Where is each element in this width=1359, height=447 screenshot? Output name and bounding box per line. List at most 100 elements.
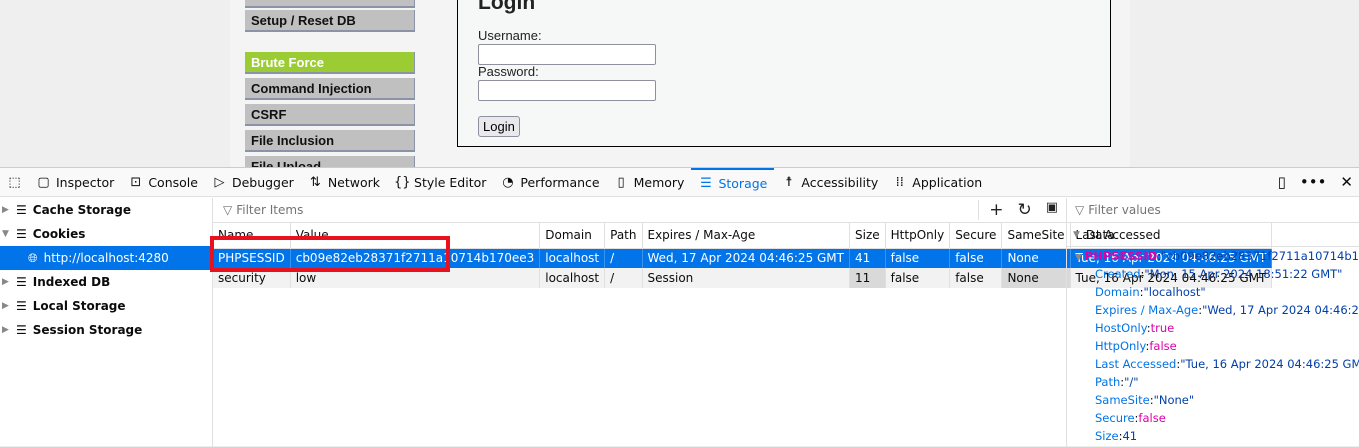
detail-property[interactable]: SameSite:"None"	[1067, 391, 1359, 409]
filter-values-input[interactable]: ▽ Filter values	[1067, 198, 1359, 223]
tab-network[interactable]: ⇅ Network	[301, 168, 387, 197]
web-page: Setup / Reset DB Brute Force Command Inj…	[0, 0, 1359, 167]
detail-value: false	[1138, 411, 1166, 425]
detail-value: "Mon, 15 Apr 2024 18:51:22 GMT"	[1144, 267, 1343, 281]
section-title: Data	[1085, 227, 1115, 242]
expand-arrow-icon[interactable]: ▶	[2, 325, 10, 335]
detail-value: "None"	[1153, 393, 1195, 407]
more-options-icon[interactable]: •••	[1300, 173, 1327, 191]
tab-label: Network	[327, 174, 381, 190]
detail-value: "Tue, 16 Apr 2024 04:46:25 GMT"	[1180, 357, 1359, 371]
devtools-toolbar: ⬚ ▢ Inspector ⊡ Console ▷ Debugger ⇅ Network…	[0, 167, 1359, 197]
password-input[interactable]	[478, 80, 656, 101]
filter-placeholder: Filter Items	[236, 203, 304, 217]
tab-label: Console	[148, 174, 198, 190]
detail-key: HttpOnly	[1095, 339, 1146, 353]
storage-icon: ☰	[700, 175, 712, 191]
detail-property[interactable]: Created:"Mon, 15 Apr 2024 18:51:22 GMT"	[1067, 265, 1359, 283]
detail-property[interactable]: HttpOnly:false	[1067, 337, 1359, 355]
menu-brute-force[interactable]: Brute Force	[245, 52, 415, 74]
filter-items-input[interactable]: ▽ Filter Items + ↻ ▣	[213, 198, 1066, 223]
tab-style-editor[interactable]: {} Style Editor	[387, 168, 493, 197]
menu-setup-reset-db[interactable]: Setup / Reset DB	[245, 10, 415, 32]
add-item-icon[interactable]: +	[989, 200, 1003, 220]
tree-local-storage[interactable]: ▶ ☰ Local Storage	[0, 294, 212, 318]
detail-property[interactable]: Last Accessed:"Tue, 16 Apr 2024 04:46:25…	[1067, 355, 1359, 373]
tree-label: Indexed DB	[32, 275, 111, 289]
tree-indexed-db[interactable]: ▶ ☰ Indexed DB	[0, 270, 212, 294]
table-cell: false	[885, 248, 951, 268]
storage-icon: ☰	[16, 203, 27, 217]
column-header[interactable]: Domain	[539, 223, 606, 249]
application-icon: ⁞⁞	[895, 174, 904, 190]
column-header[interactable]: Secure	[949, 223, 1003, 249]
table-cell: 41	[849, 248, 886, 268]
column-header[interactable]: Name	[213, 223, 291, 249]
detail-property[interactable]: Expires / Max-Age:"Wed, 17 Apr 2024 04:4…	[1067, 301, 1359, 319]
username-input[interactable]	[478, 44, 656, 65]
cookie-table-panel: ▽ Filter Items + ↻ ▣ Name Value Domain Path E…	[213, 198, 1273, 447]
expand-arrow-icon[interactable]: ▶	[2, 277, 10, 287]
responsive-mode-icon[interactable]: ▯	[1278, 173, 1286, 191]
accessibility-icon: ☨	[785, 174, 793, 190]
tab-console[interactable]: ⊡ Console	[121, 168, 205, 197]
toggle-sidebar-icon[interactable]: ▣	[1046, 200, 1058, 220]
detail-key: HostOnly	[1095, 321, 1147, 335]
tree-cache-storage[interactable]: ▶ ☰ Cache Storage	[0, 198, 212, 222]
detail-property[interactable]: Domain:"localhost"	[1067, 283, 1359, 301]
column-header[interactable]: Size	[849, 223, 886, 249]
tab-label: Debugger	[231, 174, 294, 190]
column-header[interactable]: SameSite	[1001, 223, 1071, 249]
detail-property[interactable]: HostOnly:true	[1067, 319, 1359, 337]
filter-icon: ▽	[1075, 203, 1085, 217]
table-cell: security	[213, 268, 291, 288]
column-header[interactable]: Path	[604, 223, 643, 249]
tree-label: Session Storage	[32, 323, 143, 337]
filter-icon: ▽	[223, 203, 233, 217]
table-cell: /	[604, 268, 643, 288]
menu-file-inclusion[interactable]: File Inclusion	[245, 130, 415, 152]
tab-accessibility[interactable]: ☨ Accessibility	[774, 168, 885, 197]
refresh-icon[interactable]: ↻	[1017, 200, 1031, 220]
detail-value: 41	[1122, 429, 1138, 443]
expand-arrow-icon[interactable]: ▶	[2, 301, 10, 311]
column-header[interactable]: Expires / Max-Age	[642, 223, 850, 249]
tree-cookie-host[interactable]: 🌐︎ http://localhost:4280	[0, 246, 212, 270]
tab-inspector[interactable]: ▢ Inspector	[29, 168, 121, 197]
tab-application[interactable]: ⁞⁞ Application	[885, 168, 989, 197]
tree-cookies[interactable]: ▼ ☰ Cookies	[0, 222, 212, 246]
data-section-header[interactable]: ▼ Data	[1067, 223, 1359, 247]
menu-command-injection[interactable]: Command Injection	[245, 78, 415, 100]
storage-icon: ☰	[16, 227, 27, 241]
menu-csrf[interactable]: CSRF	[245, 104, 415, 126]
tree-session-storage[interactable]: ▶ ☰ Session Storage	[0, 318, 212, 342]
detail-value: "/"	[1124, 375, 1139, 389]
password-label: Password:	[478, 64, 539, 79]
tab-debugger[interactable]: ▷ Debugger	[205, 168, 301, 197]
collapse-arrow-icon[interactable]: ▼	[2, 229, 10, 239]
tab-memory[interactable]: ▯ Memory	[607, 168, 692, 197]
tab-label: Storage	[718, 175, 768, 191]
table-cell: /	[604, 248, 643, 268]
detail-property[interactable]: Path:"/"	[1067, 373, 1359, 391]
login-button[interactable]: Login	[478, 116, 520, 137]
column-header[interactable]: Value	[290, 223, 541, 249]
detail-root[interactable]: ▼ PHPSESSID:"cb09e82eb28371f2711a10714b1…	[1067, 247, 1359, 265]
tab-storage[interactable]: ☰ Storage	[691, 167, 775, 197]
globe-icon: 🌐︎	[28, 250, 38, 265]
menu-file-upload[interactable]: File Upload	[245, 156, 415, 167]
tab-performance[interactable]: ◔ Performance	[493, 168, 606, 197]
detail-key: Secure	[1095, 411, 1135, 425]
menu-item-previous[interactable]	[245, 0, 415, 8]
detail-property[interactable]: Size:41	[1067, 427, 1359, 445]
detail-value: true	[1150, 321, 1175, 335]
close-icon[interactable]: ✕	[1340, 173, 1353, 191]
element-picker-button[interactable]: ⬚	[0, 168, 29, 197]
detail-property[interactable]: Secure:false	[1067, 409, 1359, 427]
tree-label: http://localhost:4280	[43, 251, 169, 265]
expand-arrow-icon[interactable]: ▶	[2, 205, 10, 215]
detail-key: Expires / Max-Age	[1095, 303, 1199, 317]
tab-label: Application	[912, 174, 983, 190]
column-header[interactable]: HttpOnly	[885, 223, 951, 249]
storage-tree: ▶ ☰ Cache Storage ▼ ☰ Cookies 🌐︎ http://local…	[0, 198, 213, 447]
